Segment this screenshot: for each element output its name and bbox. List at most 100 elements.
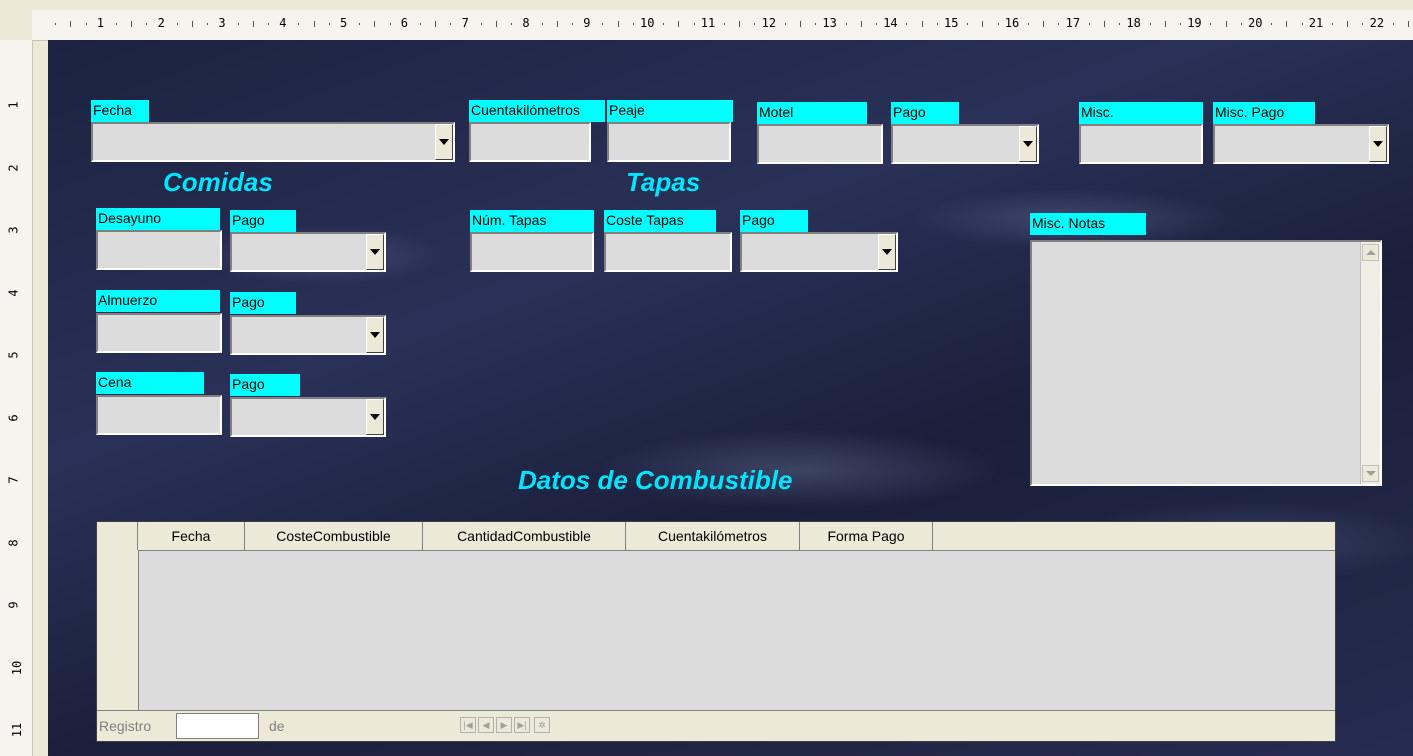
- misc-pago-dropdown-button[interactable]: [1369, 126, 1387, 162]
- chevron-down-icon: [1023, 141, 1033, 147]
- ruler-number: 20: [1248, 16, 1263, 30]
- ruler-number: 7: [6, 476, 21, 484]
- ruler-tick: [1210, 23, 1212, 25]
- previous-record-icon[interactable]: ◀: [478, 717, 494, 733]
- motel-field[interactable]: [757, 124, 883, 164]
- misc-notas-textarea[interactable]: [1030, 240, 1382, 486]
- pago-motel-label: Pago: [891, 102, 959, 124]
- arrow-up-icon: [1365, 250, 1376, 255]
- ruler-number: 14: [883, 16, 898, 30]
- ruler-number: 2: [157, 16, 165, 30]
- ruler-tick: [176, 23, 178, 25]
- ruler-tick: [207, 23, 209, 25]
- registro-label: Registro: [99, 718, 152, 734]
- ruler-tick: [237, 23, 239, 25]
- next-record-icon[interactable]: ▶: [496, 717, 512, 733]
- scroll-down-button[interactable]: [1362, 465, 1379, 482]
- ruler-number: 7: [461, 16, 469, 30]
- coste-tapas-field[interactable]: [604, 232, 732, 272]
- pago-tapas-label: Pago: [740, 210, 808, 232]
- ruler-number: 5: [340, 16, 348, 30]
- row-header-column[interactable]: [97, 550, 139, 713]
- ruler-tick: [116, 23, 117, 25]
- misc-field[interactable]: [1079, 124, 1203, 164]
- ruler-tick: [1028, 23, 1029, 25]
- desayuno-field[interactable]: [96, 230, 222, 270]
- pago-cena-combobox[interactable]: [230, 397, 386, 437]
- ruler-tick: [967, 23, 969, 25]
- tapas-heading: Tapas: [626, 167, 701, 197]
- fecha-combobox[interactable]: [91, 122, 455, 162]
- ruler-tick: [131, 21, 133, 27]
- pago-tapas-combobox[interactable]: [740, 232, 898, 272]
- pago-motel-combobox[interactable]: [891, 124, 1039, 164]
- ruler-tick: [739, 21, 741, 27]
- column-forma-pago[interactable]: Forma Pago: [800, 522, 933, 550]
- coste-tapas-label: Coste Tapas: [604, 210, 716, 232]
- pago-almuerzo-dropdown-button[interactable]: [366, 317, 384, 353]
- chevron-down-icon: [882, 249, 892, 255]
- scroll-up-button[interactable]: [1362, 244, 1379, 261]
- ruler-tick: [374, 21, 376, 27]
- num-tapas-field[interactable]: [470, 232, 594, 272]
- pago-cena-dropdown-button[interactable]: [366, 399, 384, 435]
- first-record-icon[interactable]: |◀: [460, 717, 476, 733]
- peaje-label: Peaje: [607, 100, 733, 122]
- pago-desayuno-dropdown-button[interactable]: [366, 234, 384, 270]
- ruler-tick: [1362, 23, 1364, 25]
- ruler-number: 22: [1369, 16, 1385, 30]
- new-record-icon[interactable]: ✲: [534, 717, 550, 733]
- ruler-tick: [541, 23, 543, 25]
- pago-desayuno-combobox[interactable]: [230, 232, 386, 272]
- ruler-number: 6: [6, 413, 21, 422]
- column-cuentakm[interactable]: Cuentakilómetros: [626, 522, 800, 550]
- ruler-tick: [1104, 21, 1105, 27]
- cuentakm-label: Cuentakilómetros: [469, 100, 605, 122]
- ruler-tick: [268, 23, 269, 25]
- ruler-number: 4: [6, 288, 21, 297]
- ruler-number: 15: [944, 16, 959, 30]
- chevron-down-icon: [370, 249, 380, 255]
- ruler-number: 8: [6, 538, 21, 547]
- peaje-field[interactable]: [607, 122, 731, 162]
- grid-header: Fecha CosteCombustible CantidadCombustib…: [97, 522, 1335, 551]
- ruler-tick: [420, 23, 421, 25]
- combustible-grid[interactable]: Fecha CosteCombustible CantidadCombustib…: [96, 521, 1336, 742]
- ruler-number: 8: [522, 16, 530, 30]
- notes-scrollbar[interactable]: [1360, 242, 1380, 484]
- ruler-tick: [435, 21, 437, 27]
- pago-tapas-dropdown-button[interactable]: [878, 234, 896, 270]
- ruler-tick: [800, 21, 801, 27]
- pago-motel-dropdown-button[interactable]: [1019, 126, 1037, 162]
- ruler-tick: [997, 23, 999, 25]
- ruler-tick: [693, 23, 695, 25]
- fecha-dropdown-button[interactable]: [435, 124, 453, 160]
- pago-almuerzo-combobox[interactable]: [230, 315, 386, 355]
- cena-field[interactable]: [96, 395, 222, 435]
- ruler-tick: [784, 23, 786, 25]
- ruler-tick: [389, 23, 391, 25]
- vertical-ruler: 1 2 3 4 5 6 7 8 9 10 11: [0, 40, 33, 756]
- ruler-tick: [480, 23, 482, 25]
- ruler-tick: [754, 23, 756, 25]
- cuentakm-field[interactable]: [469, 122, 591, 162]
- column-coste-combustible[interactable]: CosteCombustible: [245, 522, 423, 550]
- ruler-tick: [632, 23, 634, 25]
- ruler-number: 9: [6, 601, 21, 609]
- ruler-tick: [1149, 23, 1151, 25]
- ruler-tick: [845, 23, 847, 25]
- record-number-input[interactable]: [176, 713, 259, 739]
- column-fecha[interactable]: Fecha: [138, 522, 245, 550]
- last-record-icon[interactable]: ▶|: [514, 717, 530, 733]
- ruler-tick: [1392, 23, 1394, 25]
- ruler-tick: [298, 23, 300, 25]
- almuerzo-field[interactable]: [96, 313, 222, 353]
- ruler-tick: [556, 21, 558, 27]
- ruler-tick: [860, 21, 862, 27]
- misc-pago-combobox[interactable]: [1213, 124, 1389, 164]
- ruler-number: 3: [6, 226, 21, 234]
- ruler-number: 11: [10, 722, 25, 738]
- pago-desayuno-label: Pago: [230, 210, 296, 232]
- ruler-tick: [906, 23, 908, 25]
- column-cantidad-combustible[interactable]: CantidadCombustible: [423, 522, 626, 550]
